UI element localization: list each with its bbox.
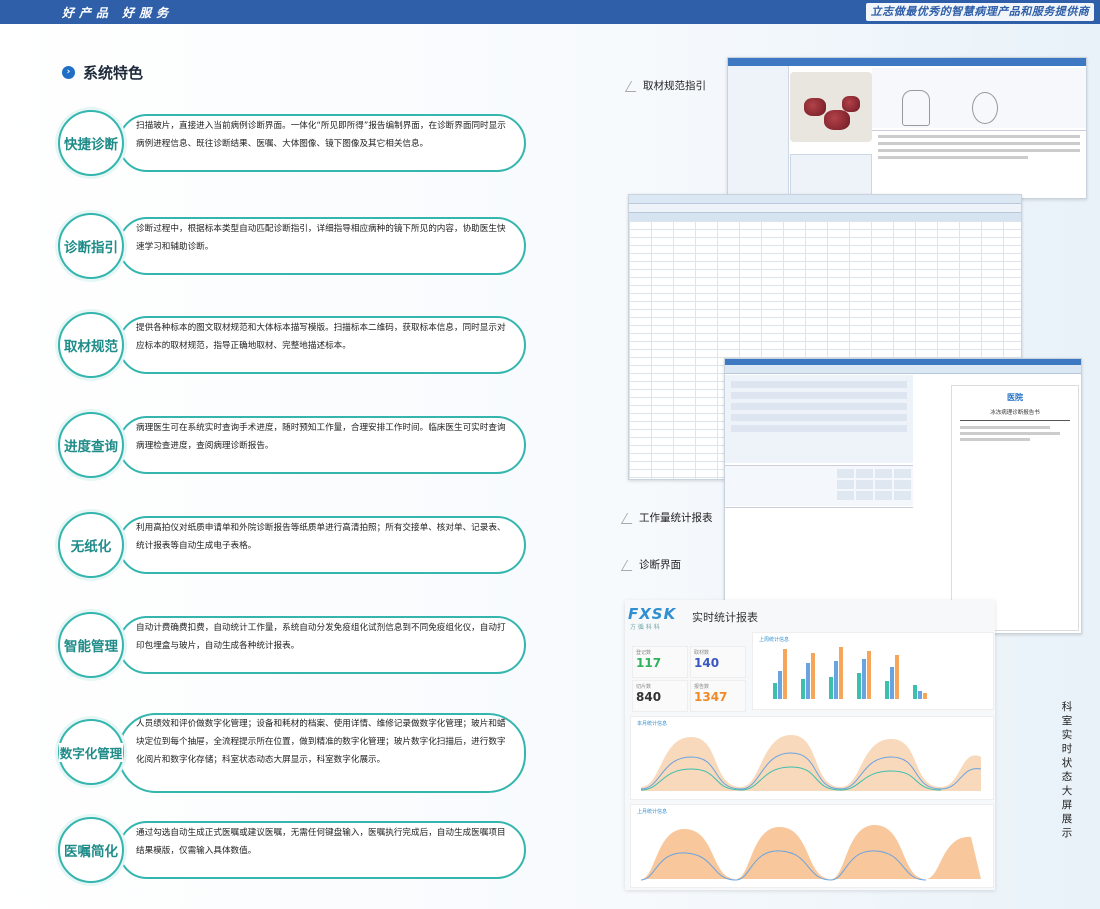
stat-label: 报告数 <box>694 684 710 690</box>
monthly-stats-panel: 本月统计信息 <box>630 716 994 800</box>
company-logo: FXSK <box>628 605 677 623</box>
header-right-slogan: 立志做最优秀的智慧病理产品和服务提供商 <box>866 3 1094 21</box>
company-logo-sub: 方 循 科 科 <box>630 624 660 631</box>
feature-title-circle: 进度查询 <box>58 412 124 478</box>
feature-title: 医嘱简化 <box>63 840 119 860</box>
section-title-text: 系统特色 <box>83 64 144 82</box>
filter-bar <box>629 204 1021 213</box>
feature-description: 提供各种标本的图文取材规范和大体标本描写模版。扫描标本二维码，获取标本信息，同时… <box>136 323 506 351</box>
caption-dashboard: 科室实时状态大屏展示 <box>1061 701 1073 839</box>
stat-value: 840 <box>636 690 662 704</box>
corner-mark-icon <box>620 559 639 571</box>
screenshot-sampling-guide <box>727 57 1087 199</box>
feature-title-circle: 无纸化 <box>58 512 124 578</box>
specimen-photo <box>790 72 872 142</box>
screenshot-diagnosis-ui: 医院 冰冻病理诊断报告书 <box>724 358 1082 634</box>
feature-item: 智能管理 自动计费确费扣费，自动统计工作量，系统自动分发免疫组化试剂信息到不同免… <box>58 612 526 678</box>
toolbar <box>725 365 1081 374</box>
lastmonth-stats-panel: 上月统计信息 <box>630 804 994 888</box>
feature-title: 诊断指引 <box>63 236 119 256</box>
hospital-name: 医院 <box>1007 393 1023 402</box>
feature-title-circle: 医嘱简化 <box>58 817 124 883</box>
patient-info-form <box>725 375 913 463</box>
guide-text-area <box>872 130 1086 177</box>
report-preview: 医院 冰冻病理诊断报告书 <box>951 385 1079 631</box>
feature-title: 取材规范 <box>63 335 119 355</box>
form-panel <box>728 66 789 198</box>
feature-item: 进度查询 病理医生可在系统实时查询手术进度，随时预知工作量，合理安排工作时间。临… <box>58 412 526 478</box>
stat-label: 登记数 <box>636 650 652 656</box>
feature-description: 诊断过程中，根据标本类型自动匹配诊断指引，详细指导相应病种的镜下所见的内容，协助… <box>136 224 506 252</box>
feature-item: 无纸化 利用高拍仪对纸质申请单和外院诊断报告等纸质单进行高清拍照；所有交接单、核… <box>58 512 526 578</box>
feature-title: 无纸化 <box>69 535 113 555</box>
feature-item: 诊断指引 诊断过程中，根据标本类型自动匹配诊断指引，详细指导相应病种的镜下所见的… <box>58 213 526 279</box>
feature-item: 取材规范 提供各种标本的图文取材规范和大体标本描写模版。扫描标本二维码，获取标本… <box>58 312 526 378</box>
report-title: 冰冻病理诊断报告书 <box>990 410 1040 416</box>
feature-title: 快捷诊断 <box>63 133 119 153</box>
feature-description: 人员绩效和评价做数字化管理；设备和耗材的档案、使用详情、维修记录做数字化管理；玻… <box>136 719 506 765</box>
grid-header <box>629 213 1021 221</box>
stat-value: 1347 <box>694 690 728 704</box>
feature-title-circle: 诊断指引 <box>58 213 124 279</box>
stat-value: 117 <box>636 656 662 670</box>
chevron-right-icon: › <box>62 66 75 79</box>
toolbar <box>629 195 1021 204</box>
caption-diagnosis-ui: 诊断界面 <box>620 557 681 572</box>
feature-title-circle: 智能管理 <box>58 612 124 678</box>
section-title: › 系统特色 <box>62 62 143 83</box>
list-table <box>790 154 872 198</box>
keypad <box>837 469 911 503</box>
stat-box: 切片数 840 <box>632 680 688 712</box>
feature-title: 数字化管理 <box>58 742 124 762</box>
feature-item: 医嘱简化 通过勾选自动生成正式医嘱或建议医嘱，无需任何键盘输入，医嘱执行完成后，… <box>58 817 526 883</box>
guide-diagram-area <box>872 68 1086 128</box>
weekly-stats-panel: 上周统计信息 <box>752 632 994 710</box>
feature-description: 自动计费确费扣费，自动统计工作量，系统自动分发免疫组化试剂信息到不同免疫组化仪，… <box>136 623 506 651</box>
stat-box: 报告数 1347 <box>690 680 746 712</box>
feature-description: 通过勾选自动生成正式医嘱或建议医嘱，无需任何键盘输入，医嘱执行完成后，自动生成医… <box>136 828 506 856</box>
stat-box: 取材数 140 <box>690 646 746 678</box>
stat-label: 切片数 <box>636 684 652 690</box>
window-titlebar <box>728 58 1086 66</box>
feature-title-circle: 快捷诊断 <box>58 110 124 176</box>
caption-workload-report: 工作量统计报表 <box>620 510 713 525</box>
lastmonth-area-chart <box>640 824 981 881</box>
feature-title: 智能管理 <box>63 635 119 655</box>
weekly-bar-chart <box>773 647 927 699</box>
feature-title-circle: 取材规范 <box>58 312 124 378</box>
header-left-slogan: 好产品 好服务 <box>62 6 174 20</box>
feature-title: 进度查询 <box>63 435 119 455</box>
feature-description: 利用高拍仪对纸质申请单和外院诊断报告等纸质单进行高清拍照；所有交接单、核对单、记… <box>136 523 506 551</box>
corner-mark-icon <box>620 512 639 524</box>
caption-sampling-guide: 取材规范指引 <box>624 78 706 93</box>
feature-description: 病理医生可在系统实时查询手术进度，随时预知工作量，合理安排工作时间。临床医生可实… <box>136 423 506 451</box>
corner-mark-icon <box>624 80 643 92</box>
feature-description: 扫描玻片，直接进入当前病例诊断界面。一体化“所见即所得”报告编制界面，在诊断界面… <box>136 121 506 149</box>
monthly-area-chart <box>640 735 982 791</box>
feature-title-circle: 数字化管理 <box>58 719 124 785</box>
stat-label: 取材数 <box>694 650 710 656</box>
dashboard-title: 实时统计报表 <box>692 611 758 624</box>
stat-box: 登记数 117 <box>632 646 688 678</box>
header-bar: 好产品 好服务 立志做最优秀的智慧病理产品和服务提供商 <box>0 0 1100 24</box>
feature-item: 快捷诊断 扫描玻片，直接进入当前病例诊断界面。一体化“所见即所得”报告编制界面，… <box>58 110 526 176</box>
stat-value: 140 <box>694 656 720 670</box>
feature-item: 数字化管理 人员绩效和评价做数字化管理；设备和耗材的档案、使用详情、维修记录做数… <box>58 711 526 793</box>
